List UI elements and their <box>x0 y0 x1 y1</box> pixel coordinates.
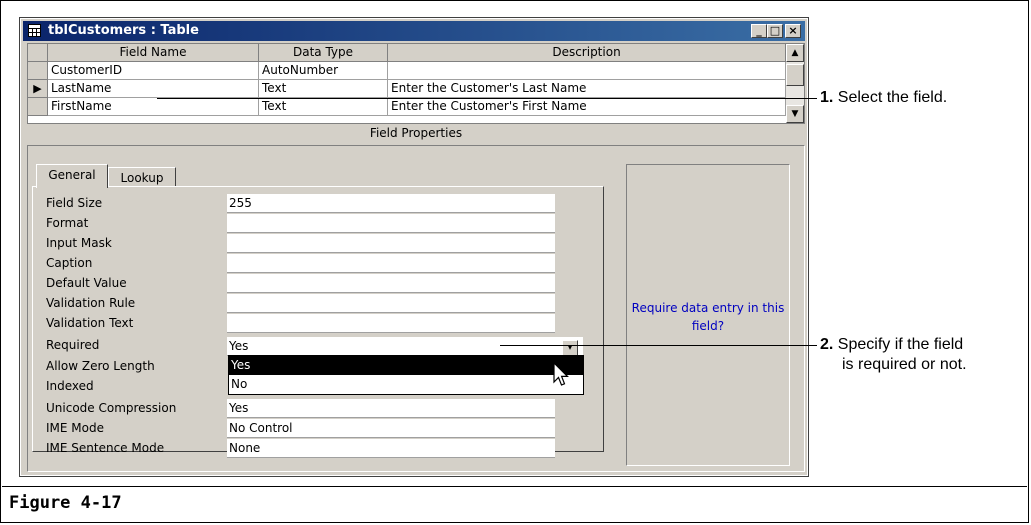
field-properties-label: Field Properties <box>369 126 463 140</box>
field-grid: Field Name Data Type Description Custome… <box>27 43 805 124</box>
callout-2: 2. Specify if the field is required or n… <box>820 335 967 375</box>
window-title: tblCustomers : Table <box>48 23 199 38</box>
callout-2-leader-line <box>500 345 817 346</box>
property-label-ime-sentence-mode: IME Sentence Mode <box>46 441 165 455</box>
property-label-unicode-compression: Unicode Compression <box>46 401 177 415</box>
dropdown-option-yes[interactable]: Yes <box>229 356 583 375</box>
property-label-ime-mode: IME Mode <box>46 421 104 435</box>
callout-1-leader-line <box>157 98 817 99</box>
property-help-text: Require data entry in this field? <box>631 301 785 333</box>
property-label-indexed: Indexed <box>46 379 94 393</box>
tab-general[interactable]: General <box>36 164 108 188</box>
property-help-panel: Require data entry in this field? <box>626 164 790 466</box>
property-label-validation-rule: Validation Rule <box>46 296 136 310</box>
property-value-input-mask[interactable] <box>227 234 555 253</box>
callout-1-text: Select the field. <box>837 89 948 106</box>
current-row-indicator[interactable]: ▶ <box>28 80 48 98</box>
property-label-format: Format <box>46 216 89 230</box>
maximize-button[interactable]: □ <box>767 24 783 38</box>
scroll-down-button[interactable]: ▼ <box>786 105 804 123</box>
data-type-cell[interactable]: Text <box>259 98 388 116</box>
dropdown-option-no[interactable]: No <box>229 375 583 394</box>
figure-label: Figure 4-17 <box>9 493 122 513</box>
property-value-unicode-compression[interactable]: Yes <box>227 399 555 418</box>
callout-2-text-line2: is required or not. <box>842 356 967 373</box>
table-icon <box>28 24 41 37</box>
field-name-cell[interactable]: CustomerID <box>48 62 259 80</box>
property-value-field-size[interactable]: 255 <box>227 194 555 213</box>
property-value-ime-mode[interactable]: No Control <box>227 419 555 438</box>
minimize-button[interactable]: _ <box>751 24 767 38</box>
grid-corner[interactable] <box>28 44 48 62</box>
property-label-required: Required <box>46 338 100 352</box>
row-selector[interactable] <box>28 62 48 80</box>
column-header-data-type: Data Type <box>259 44 388 62</box>
property-value-ime-sentence-mode[interactable]: None <box>227 439 555 458</box>
data-type-cell[interactable]: Text <box>259 80 388 98</box>
property-value-caption[interactable] <box>227 254 555 273</box>
property-label-field-size: Field Size <box>46 196 103 210</box>
dropdown-arrow-button[interactable]: ▾ <box>562 340 578 356</box>
required-dropdown-list: Yes No <box>228 355 584 395</box>
property-value-validation-rule[interactable] <box>227 294 555 313</box>
row-selector[interactable] <box>28 98 48 116</box>
callout-1: 1. Select the field. <box>820 88 947 108</box>
figure-caption-bar: Figure 4-17 <box>2 486 1027 521</box>
column-header-field-name: Field Name <box>48 44 259 62</box>
property-label-default-value: Default Value <box>46 276 127 290</box>
column-header-description: Description <box>388 44 786 62</box>
property-label-caption: Caption <box>46 256 93 270</box>
property-value-default-value[interactable] <box>227 274 555 293</box>
mouse-pointer-icon <box>553 362 569 386</box>
title-bar[interactable]: tblCustomers : Table _ □ × <box>23 21 805 41</box>
description-cell[interactable]: Enter the Customer's Last Name <box>388 80 786 98</box>
description-cell[interactable] <box>388 62 786 80</box>
scroll-thumb[interactable] <box>786 64 804 86</box>
description-cell[interactable]: Enter the Customer's First Name <box>388 98 786 116</box>
property-value-format[interactable] <box>227 214 555 233</box>
data-type-cell[interactable]: AutoNumber <box>259 62 388 80</box>
property-value-validation-text[interactable] <box>227 314 555 333</box>
property-label-allow-zero-length: Allow Zero Length <box>46 359 155 373</box>
field-name-cell[interactable]: LastName <box>48 80 259 98</box>
property-value-required[interactable]: Yes <box>227 337 583 356</box>
callout-1-number: 1. <box>820 89 834 106</box>
callout-2-text: Specify if the field <box>837 336 964 353</box>
callout-2-number: 2. <box>820 336 834 353</box>
scroll-up-button[interactable]: ▲ <box>786 44 804 62</box>
vertical-scrollbar[interactable]: ▲ ▼ <box>786 44 804 123</box>
field-name-cell[interactable]: FirstName <box>48 98 259 116</box>
property-label-validation-text: Validation Text <box>46 316 134 330</box>
property-label-input-mask: Input Mask <box>46 236 112 250</box>
close-button[interactable]: × <box>785 24 801 38</box>
